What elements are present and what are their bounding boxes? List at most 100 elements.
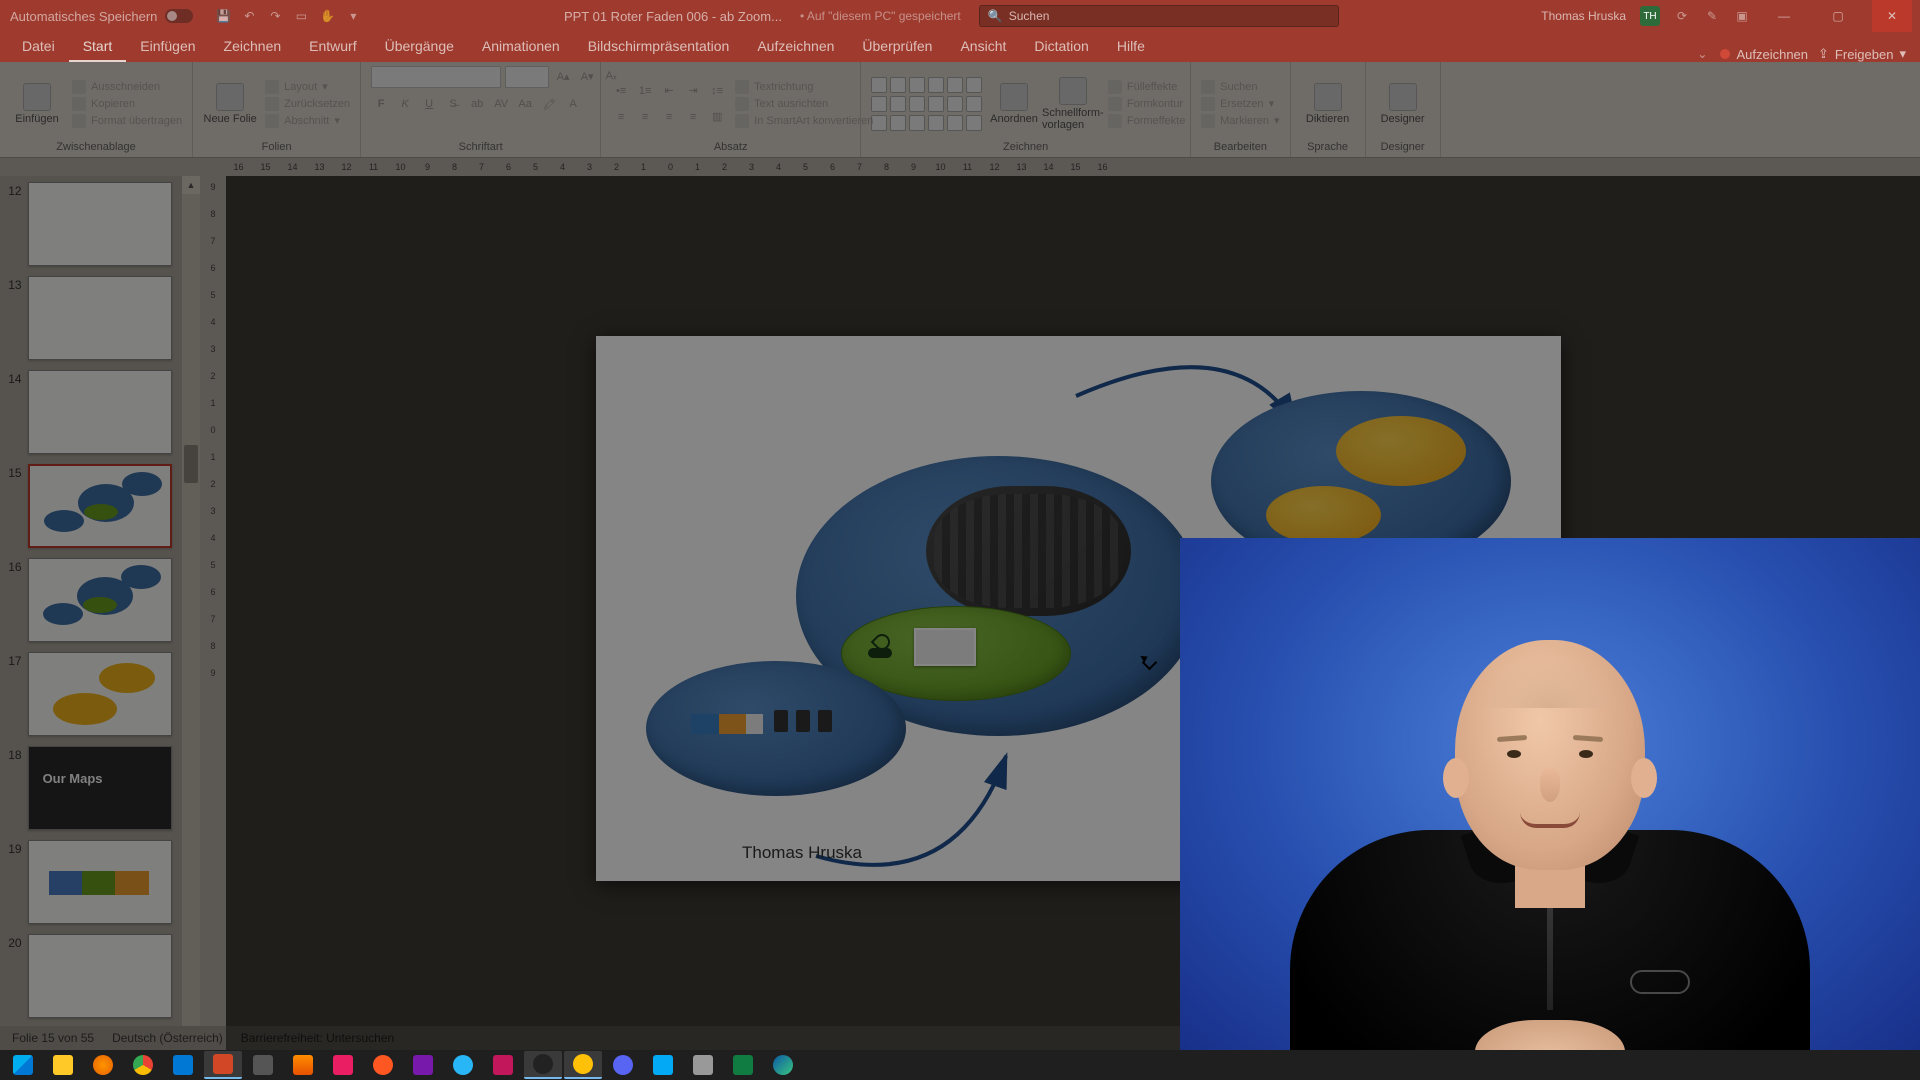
ellipse-yellow-2[interactable] — [1266, 486, 1381, 544]
redo-icon[interactable]: ↷ — [267, 8, 283, 24]
taskbar-app-4[interactable] — [484, 1051, 522, 1079]
outdent-button[interactable]: ⇤ — [659, 81, 679, 101]
shape-fill-button[interactable]: Fülleffekte — [1108, 80, 1186, 94]
scroll-thumb[interactable] — [184, 445, 198, 483]
font-size-select[interactable] — [505, 66, 549, 88]
layout-button[interactable]: Layout ▾ — [265, 80, 350, 94]
taskbar-app-2[interactable] — [324, 1051, 362, 1079]
taskbar-discord[interactable] — [604, 1051, 642, 1079]
taskbar-app-1[interactable] — [244, 1051, 282, 1079]
tab-übergänge[interactable]: Übergänge — [371, 32, 468, 62]
maximize-button[interactable]: ▢ — [1818, 0, 1858, 32]
tab-zeichnen[interactable]: Zeichnen — [210, 32, 296, 62]
collapse-ribbon-icon[interactable]: ⌄ — [1694, 46, 1710, 62]
thumbnail-row[interactable]: 13 — [4, 276, 172, 360]
thumbnail-row[interactable]: 14 — [4, 370, 172, 454]
slide-position[interactable]: Folie 15 von 55 — [12, 1031, 94, 1045]
find-button[interactable]: Suchen — [1201, 80, 1279, 94]
taskbar-onenote[interactable] — [404, 1051, 442, 1079]
line-spacing-button[interactable]: ↕≡ — [707, 81, 727, 101]
autosave-toggle[interactable]: Automatisches Speichern — [10, 9, 193, 24]
share-button[interactable]: ⇪ Freigeben ▾ — [1818, 46, 1906, 62]
tab-einfügen[interactable]: Einfügen — [126, 32, 209, 62]
thumbnail-slide[interactable] — [28, 464, 172, 548]
tab-animationen[interactable]: Animationen — [468, 32, 574, 62]
taskbar-app-5[interactable] — [564, 1051, 602, 1079]
thumbnail-slide[interactable] — [28, 558, 172, 642]
tab-überprüfen[interactable]: Überprüfen — [848, 32, 946, 62]
arrange-button[interactable]: Anordnen — [990, 83, 1038, 125]
shapes-gallery[interactable] — [871, 77, 982, 131]
italic-button[interactable]: K — [395, 94, 415, 114]
copy-button[interactable]: Kopieren — [72, 97, 182, 111]
tab-dictation[interactable]: Dictation — [1020, 32, 1102, 62]
start-button[interactable] — [4, 1051, 42, 1079]
replace-button[interactable]: Ersetzen ▾ — [1201, 97, 1279, 111]
ellipse-yellow-1[interactable] — [1336, 416, 1466, 486]
tab-ansicht[interactable]: Ansicht — [946, 32, 1020, 62]
language-status[interactable]: Deutsch (Österreich) — [112, 1031, 223, 1045]
taskbar-app-3[interactable] — [364, 1051, 402, 1079]
thumbnail-row[interactable]: 17 — [4, 652, 172, 736]
taskbar-vlc[interactable] — [284, 1051, 322, 1079]
paste-button[interactable]: Einfügen — [10, 83, 64, 125]
smartart-button[interactable]: In SmartArt konvertieren — [735, 114, 873, 128]
tab-entwurf[interactable]: Entwurf — [295, 32, 370, 62]
undo-icon[interactable]: ↶ — [241, 8, 257, 24]
highlight-button[interactable]: 🖍 — [539, 94, 559, 114]
thumbnail-slide[interactable] — [28, 934, 172, 1018]
shape-effects-button[interactable]: Formeffekte — [1108, 114, 1186, 128]
taskbar-app-7[interactable] — [684, 1051, 722, 1079]
minimize-button[interactable]: — — [1764, 0, 1804, 32]
thumbnail-row[interactable]: 19 — [4, 840, 172, 924]
taskbar-outlook[interactable] — [164, 1051, 202, 1079]
taskbar-edge[interactable] — [764, 1051, 802, 1079]
align-center-button[interactable]: ≡ — [635, 107, 655, 127]
select-button[interactable]: Markieren ▾ — [1201, 114, 1279, 128]
font-name-select[interactable] — [371, 66, 501, 88]
shape-outline-button[interactable]: Formkontur — [1108, 97, 1186, 111]
bold-button[interactable]: F — [371, 94, 391, 114]
taskbar-telegram[interactable] — [444, 1051, 482, 1079]
thumbnail-slide[interactable]: Our Maps — [28, 746, 172, 830]
underline-button[interactable]: U — [419, 94, 439, 114]
bullets-button[interactable]: •≡ — [611, 81, 631, 101]
thumbnail-slide[interactable] — [28, 840, 172, 924]
shadow-button[interactable]: ab — [467, 94, 487, 114]
tab-start[interactable]: Start — [69, 32, 127, 62]
indent-button[interactable]: ⇥ — [683, 81, 703, 101]
draw-icon[interactable]: ✎ — [1704, 8, 1720, 24]
align-left-button[interactable]: ≡ — [611, 107, 631, 127]
shrink-font-button[interactable]: A▾ — [577, 66, 597, 86]
cut-button[interactable]: Ausschneiden — [72, 80, 182, 94]
tab-hilfe[interactable]: Hilfe — [1103, 32, 1159, 62]
taskbar-app-6[interactable] — [644, 1051, 682, 1079]
sync-icon[interactable]: ⟳ — [1674, 8, 1690, 24]
present-icon[interactable]: ▭ — [293, 8, 309, 24]
qat-more-icon[interactable]: ▾ — [345, 8, 361, 24]
save-icon[interactable]: 💾 — [215, 8, 231, 24]
align-right-button[interactable]: ≡ — [659, 107, 679, 127]
new-slide-button[interactable]: Neue Folie — [203, 83, 257, 125]
accessibility-status[interactable]: Barrierefreiheit: Untersuchen — [241, 1031, 394, 1045]
record-button[interactable]: Aufzeichnen — [1720, 47, 1808, 62]
taskbar-excel[interactable] — [724, 1051, 762, 1079]
thumbnail-row[interactable]: 12 — [4, 182, 172, 266]
user-avatar[interactable]: TH — [1640, 6, 1660, 26]
justify-button[interactable]: ≡ — [683, 107, 703, 127]
taskbar-powerpoint[interactable] — [204, 1051, 242, 1079]
windows-taskbar[interactable] — [0, 1050, 1920, 1080]
dictate-button[interactable]: Diktieren — [1301, 83, 1355, 125]
window-icon[interactable]: ▣ — [1734, 8, 1750, 24]
text-direction-button[interactable]: Textrichtung — [735, 80, 873, 94]
numbering-button[interactable]: 1≡ — [635, 81, 655, 101]
tab-aufzeichnen[interactable]: Aufzeichnen — [743, 32, 848, 62]
thumbnail-slide[interactable] — [28, 276, 172, 360]
thumbnail-row[interactable]: 16 — [4, 558, 172, 642]
strike-button[interactable]: S̶ — [443, 94, 463, 114]
toggle-switch[interactable] — [165, 9, 193, 23]
spacing-button[interactable]: AV — [491, 94, 511, 114]
format-painter-button[interactable]: Format übertragen — [72, 114, 182, 128]
slide-thumbnails-panel[interactable]: 12131415161718Our Maps1920 ▲ ▼ — [0, 176, 200, 1050]
tab-datei[interactable]: Datei — [8, 32, 69, 62]
